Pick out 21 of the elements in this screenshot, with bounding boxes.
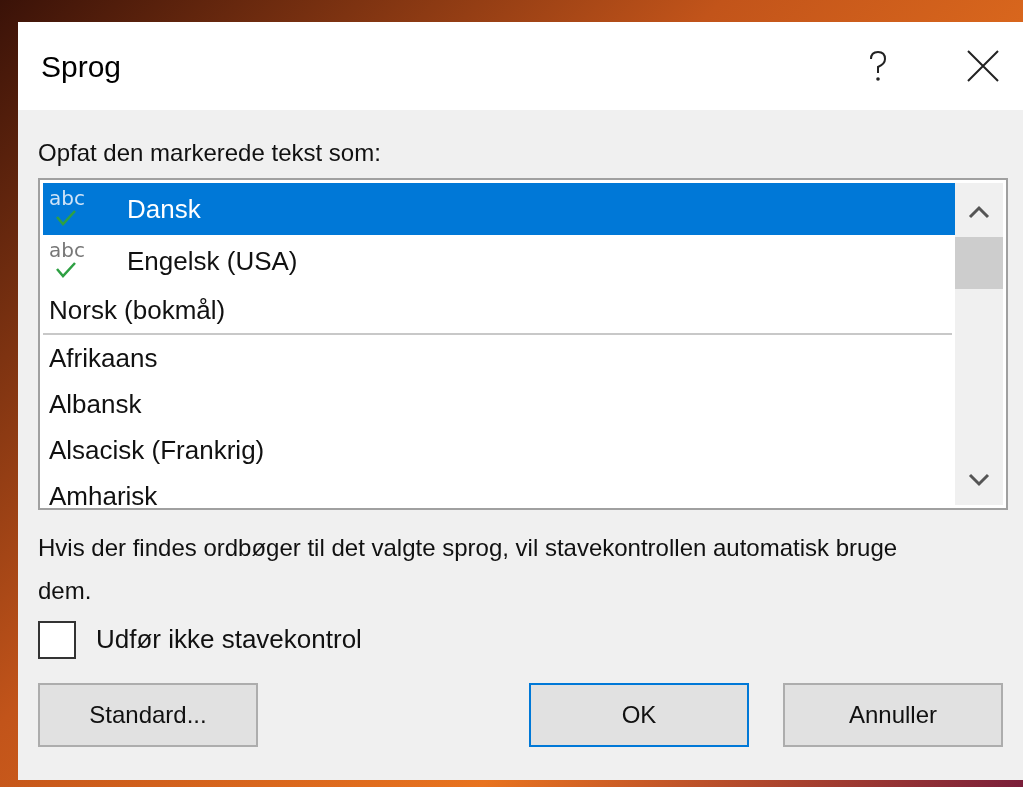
dialog-button[interactable]: OK	[529, 683, 749, 747]
close-icon[interactable]	[967, 50, 999, 82]
language-item[interactable]: Norsk (bokmål)	[43, 287, 955, 333]
language-item[interactable]: Alsacisk (Frankrig)	[43, 427, 955, 473]
chevron-up-icon[interactable]	[968, 205, 990, 219]
checkbox[interactable]	[38, 620, 76, 659]
checkbox-label: Udfør ikke stavekontrol	[96, 623, 362, 656]
dialog-button[interactable]: Annuller	[783, 683, 1003, 747]
description-text: Hvis der findes ordbøger til det valgte sprog, vil stavekontrollen automatisk bruge dem.	[38, 533, 898, 606]
language-item[interactable]: abc Dansk	[43, 183, 955, 235]
language-item[interactable]: Amharisk	[43, 473, 955, 508]
language-item[interactable]: abc Engelsk (USA)	[43, 235, 955, 287]
list-label: Opfat den markerede tekst som:	[38, 138, 382, 168]
language-item[interactable]: Albansk	[43, 381, 955, 427]
scrollbar[interactable]	[955, 183, 1003, 505]
help-icon[interactable]	[867, 50, 889, 82]
chevron-down-icon[interactable]	[968, 473, 990, 487]
dialog-button[interactable]: Standard...	[38, 683, 258, 747]
window-title: Sprog	[41, 48, 123, 85]
language-item[interactable]: Afrikaans	[43, 335, 955, 381]
scrollbar-thumb[interactable]	[955, 237, 1003, 289]
